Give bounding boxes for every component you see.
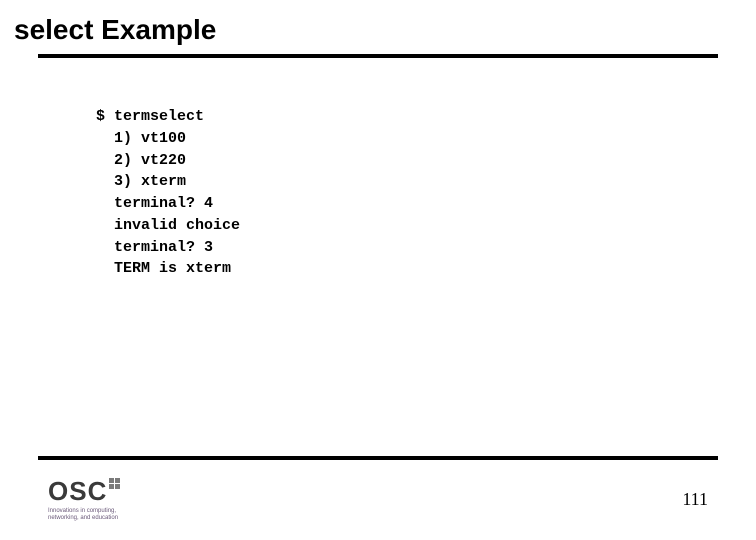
result-line: TERM is xterm xyxy=(114,260,231,277)
code-example: $ termselect 1) vt100 2) vt220 3) xterm … xyxy=(0,58,756,280)
error-msg: invalid choice xyxy=(114,217,240,234)
input-1: 4 xyxy=(204,195,213,212)
slide-title: select Example xyxy=(0,0,756,54)
footer-divider xyxy=(38,456,718,460)
logo-text: OSC xyxy=(48,476,107,507)
logo-squares-icon xyxy=(109,478,120,489)
shell-prompt: $ xyxy=(96,108,114,125)
prompt-1: terminal? xyxy=(114,195,204,212)
option-2: 2) vt220 xyxy=(114,152,186,169)
command-text: termselect xyxy=(114,108,204,125)
option-3: 3) xterm xyxy=(114,173,186,190)
logo-tagline-2: networking, and education xyxy=(48,515,118,522)
logo-tagline-1: Innovations in computing, xyxy=(48,508,116,515)
logo: OSC Innovations in computing, networking… xyxy=(48,476,120,522)
input-2: 3 xyxy=(204,239,213,256)
page-number: 111 xyxy=(682,489,708,510)
prompt-2: terminal? xyxy=(114,239,204,256)
option-1: 1) vt100 xyxy=(114,130,186,147)
slide: select Example $ termselect 1) vt100 2) … xyxy=(0,0,756,540)
